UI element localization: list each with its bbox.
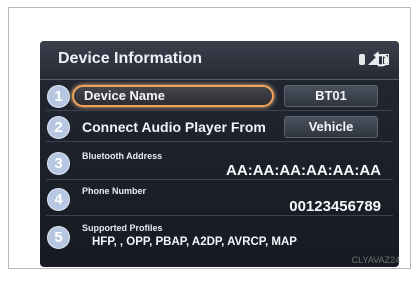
- page-title: Device Information: [58, 50, 203, 67]
- connect-audio-value-button[interactable]: Vehicle: [284, 116, 378, 138]
- phone-number-value: 00123456789: [289, 198, 381, 215]
- supported-profiles-label: Supported Profiles: [82, 223, 163, 233]
- badge-4: 4: [47, 188, 70, 211]
- illustration-frame: Device Information ⮌ 1 Device Name BT01 …: [8, 7, 411, 269]
- badge-5: 5: [47, 226, 70, 249]
- bluetooth-address-value: AA:AA:AA:AA:AA:AA: [226, 162, 381, 179]
- device-name-button[interactable]: Device Name: [72, 85, 274, 107]
- badge-1: 1: [47, 85, 70, 108]
- screen-header: Device Information ⮌: [40, 41, 399, 80]
- phone-number-label: Phone Number: [82, 186, 147, 196]
- row-bluetooth-address: 3 Bluetooth Address AA:AA:AA:AA:AA:AA: [40, 149, 399, 180]
- badge-3: 3: [47, 152, 70, 175]
- divider: [46, 110, 393, 111]
- back-button[interactable]: ⮌: [369, 49, 393, 71]
- divider: [46, 141, 393, 142]
- bluetooth-icon: [359, 54, 365, 65]
- device-name-label: Device Name: [84, 88, 165, 103]
- back-arrow-icon: ⮌: [372, 49, 390, 71]
- row-supported-profiles: 5 Supported Profiles HFP, , OPP, PBAP, A…: [40, 219, 399, 255]
- divider: [46, 215, 393, 216]
- device-info-screen: Device Information ⮌ 1 Device Name BT01 …: [40, 41, 399, 267]
- figure-caption: CLYAVAZ24: [351, 255, 400, 265]
- row-device-name: 1 Device Name BT01: [40, 81, 399, 111]
- row-audio-player: 2 Connect Audio Player From Vehicle: [40, 112, 399, 142]
- connect-audio-label: Connect Audio Player From: [82, 119, 266, 135]
- device-name-value[interactable]: BT01: [284, 85, 378, 107]
- bluetooth-address-label: Bluetooth Address: [82, 151, 163, 161]
- row-phone-number: 4 Phone Number 00123456789: [40, 183, 399, 216]
- supported-profiles-value: HFP, , OPP, PBAP, A2DP, AVRCP, MAP: [92, 236, 297, 248]
- divider: [46, 179, 393, 180]
- badge-2: 2: [47, 116, 70, 139]
